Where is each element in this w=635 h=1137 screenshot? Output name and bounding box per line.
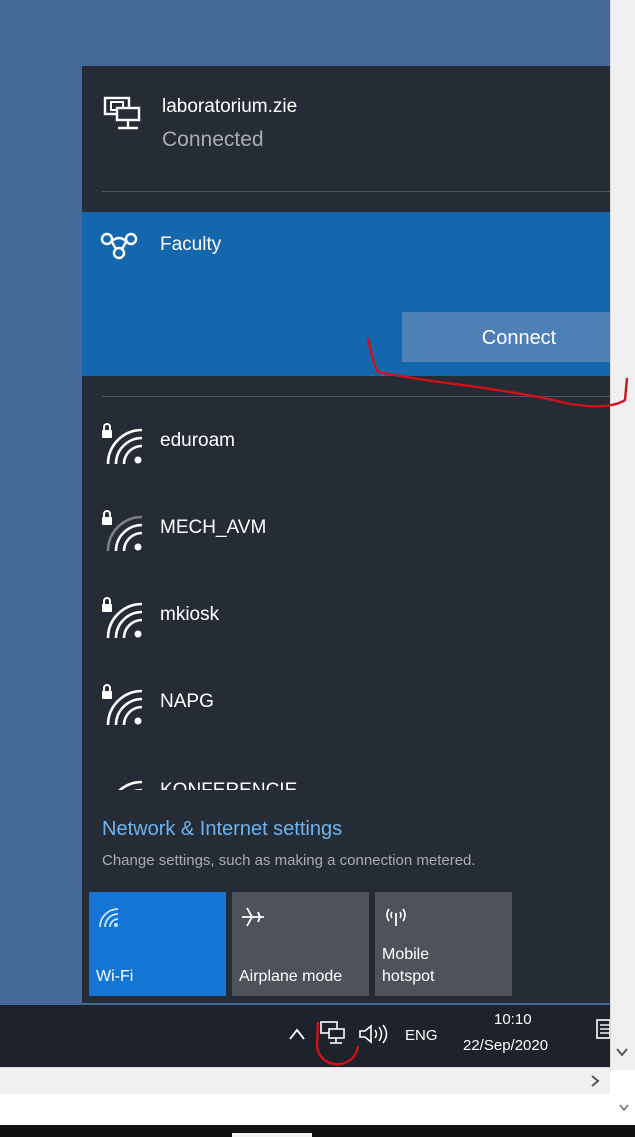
quick-action-mobile-hotspot[interactable]: Mobile hotspot <box>375 892 512 996</box>
chevron-up-icon[interactable] <box>288 1027 306 1041</box>
wifi-secured-icon <box>102 597 143 639</box>
network-name: KONFERENCIE <box>160 780 297 790</box>
wifi-open-icon <box>100 232 138 260</box>
network-name: NAPG <box>160 691 214 712</box>
divider <box>102 396 610 397</box>
chevron-down-icon[interactable] <box>615 1046 629 1058</box>
horizontal-scrollbar[interactable] <box>0 1067 610 1094</box>
ethernet-name: laboratorium.zie <box>162 96 298 117</box>
network-name: MECH_AVM <box>160 517 267 538</box>
quick-action-label: Airplane mode <box>239 968 343 985</box>
taskbar: ENG 10:10 22/Sep/2020 <box>0 1005 610 1067</box>
network-name: eduroam <box>160 430 235 451</box>
connect-button[interactable]: Connect <box>402 312 610 362</box>
network-name: mkiosk <box>160 604 220 625</box>
wifi-secured-icon <box>102 423 143 465</box>
divider <box>102 191 610 192</box>
network-name: Faculty <box>160 234 222 255</box>
wifi-icon <box>99 908 119 928</box>
vertical-scrollbar[interactable] <box>610 0 635 1070</box>
network-item-faculty[interactable]: Faculty Connect <box>82 212 610 376</box>
quick-action-label: Mobile hotspot <box>382 946 435 985</box>
network-settings-link[interactable]: Network & Internet settings <box>102 818 342 841</box>
network-item-mkiosk[interactable]: mkiosk <box>82 580 610 666</box>
quick-action-label: Wi-Fi <box>96 968 134 985</box>
network-item-mech-avm[interactable]: MECH_AVM <box>82 493 610 579</box>
network-item-napg[interactable]: NAPG <box>82 667 610 753</box>
network-flyout: laboratorium.zie Connected Faculty Conne… <box>82 66 610 1003</box>
wifi-secured-icon <box>118 780 143 790</box>
wifi-secured-icon <box>102 510 143 552</box>
chevron-down-small-icon[interactable] <box>618 1103 630 1113</box>
clock-date[interactable]: 22/Sep/2020 <box>463 1037 548 1054</box>
clock-time[interactable]: 10:10 <box>494 1011 532 1028</box>
quick-action-airplane-mode[interactable]: Airplane mode <box>232 892 369 996</box>
network-item-eduroam[interactable]: eduroam <box>82 406 610 492</box>
network-item-konferencie[interactable]: KONFERENCIE <box>82 754 610 790</box>
wifi-secured-icon <box>102 684 143 726</box>
ethernet-icon <box>103 96 141 130</box>
network-tray-icon[interactable] <box>320 1021 346 1045</box>
volume-icon[interactable] <box>358 1023 392 1045</box>
action-center-icon[interactable] <box>596 1019 610 1039</box>
hotspot-icon <box>386 908 406 926</box>
taskbar-tab[interactable] <box>232 1133 312 1137</box>
bottom-taskbar-strip <box>0 1125 635 1137</box>
ethernet-status: Connected <box>162 128 264 151</box>
network-settings-description: Change settings, such as making a connec… <box>102 852 476 869</box>
ethernet-connection[interactable]: laboratorium.zie Connected <box>82 66 610 191</box>
quick-action-wifi[interactable]: Wi-Fi <box>89 892 226 996</box>
chevron-right-icon[interactable] <box>590 1074 600 1088</box>
airplane-icon <box>242 907 264 927</box>
language-indicator[interactable]: ENG <box>405 1027 438 1044</box>
